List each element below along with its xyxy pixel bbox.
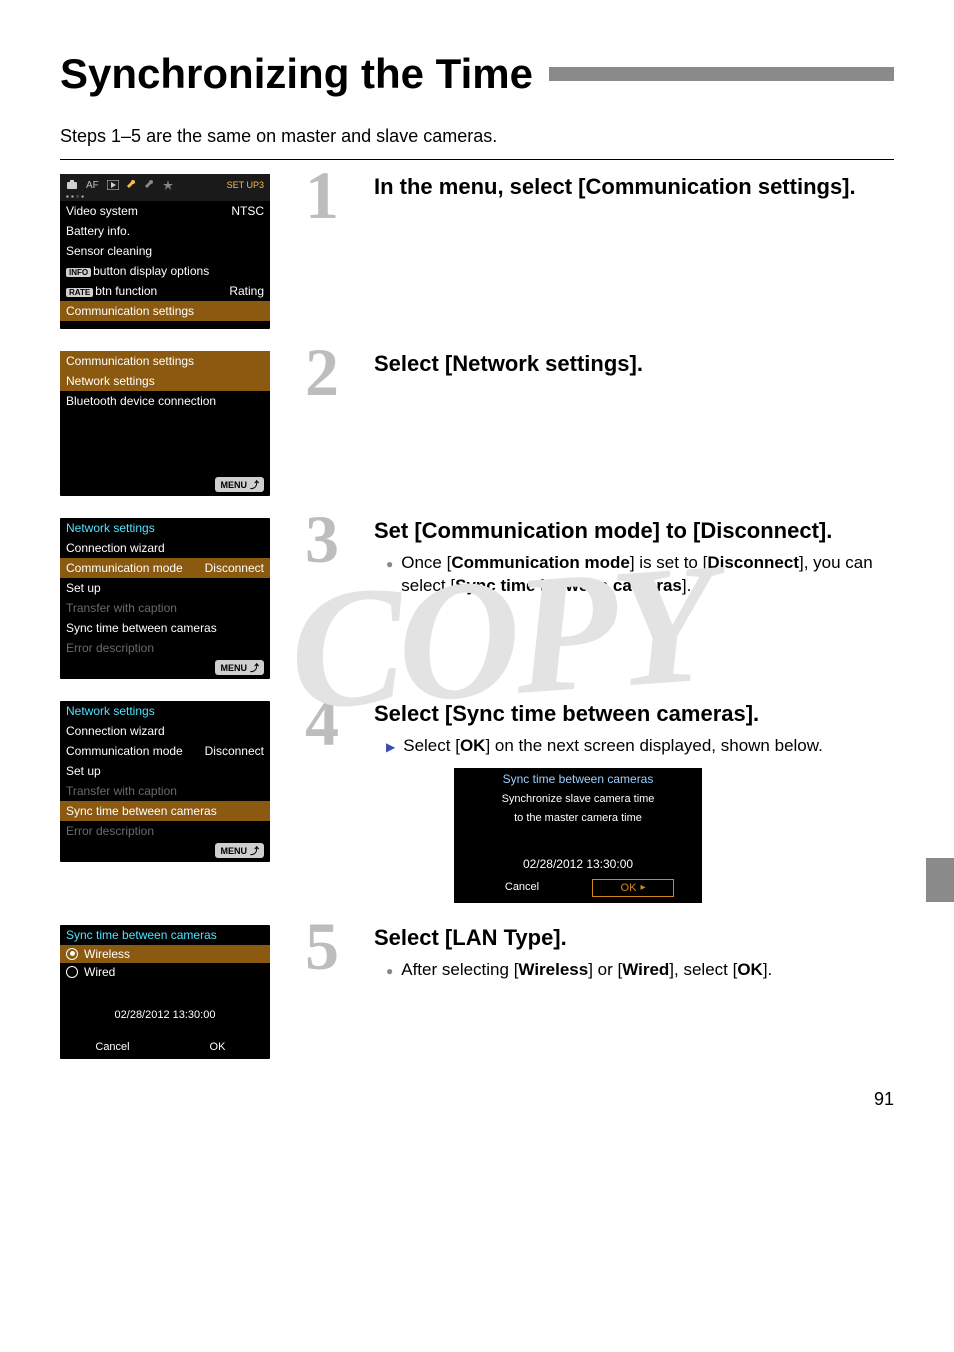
thumb-3: Network settings Connection wizard Commu… xyxy=(60,518,270,679)
menu-battery: Battery info. xyxy=(60,221,270,241)
thumb-1: AF SET UP3 ▪ ▪ ▫ ▪ Video system xyxy=(60,174,270,329)
thumb-2: Communication settings Network settings … xyxy=(60,351,270,496)
step-4-bullet-text: Select [OK] on the next screen displayed… xyxy=(403,735,823,758)
lan-time: 02/28/2012 13:30:00 xyxy=(60,1007,270,1023)
page-dots: ▪ ▪ ▫ ▪ xyxy=(60,193,270,201)
title-text: Synchronizing the Time xyxy=(60,50,533,98)
thumb-2-header: Communication settings xyxy=(60,351,270,371)
radio-off-icon xyxy=(66,966,78,978)
menu-info-disp: INFObutton display options xyxy=(60,261,270,281)
menu-transfer-4: Transfer with caption xyxy=(60,781,270,801)
step-5: Sync time between cameras Wireless Wired… xyxy=(60,925,894,1059)
step-4: Network settings Connection wizard Commu… xyxy=(60,701,894,903)
thumb-3-header: Network settings xyxy=(60,518,270,538)
lan-cancel-button[interactable]: Cancel xyxy=(73,1039,153,1055)
step-5-title: Select [LAN Type]. xyxy=(374,925,894,951)
thumb-3-footer: MENU ⤴ xyxy=(60,658,270,679)
step-1-title: In the menu, select [Communication setti… xyxy=(374,174,894,200)
intro-note: Steps 1–5 are the same on master and sla… xyxy=(60,126,894,147)
step-number-2: 2 xyxy=(300,345,344,399)
dialog-msg1: Synchronize slave camera time xyxy=(454,790,702,808)
separator xyxy=(60,159,894,160)
step-number-5: 5 xyxy=(300,919,344,973)
menu-setup: Set up xyxy=(60,578,270,598)
thumb-5: Sync time between cameras Wireless Wired… xyxy=(60,925,270,1059)
star-icon xyxy=(163,180,173,191)
dialog-title: Sync time between cameras xyxy=(454,768,702,790)
menu-sensor: Sensor cleaning xyxy=(60,241,270,261)
step-3-bullet: Once [Communication mode] is set to [Dis… xyxy=(386,552,894,598)
step-3: Network settings Connection wizard Commu… xyxy=(60,518,894,679)
lan-ok-button[interactable]: OK xyxy=(178,1039,258,1055)
thumb-4-footer: MENU ⤴ xyxy=(60,841,270,862)
menu-network-settings: Network settings xyxy=(60,371,270,391)
menu-return-pill: MENU ⤴ xyxy=(215,477,264,492)
play-icon xyxy=(107,180,119,191)
dialog-msg2: to the master camera time xyxy=(454,809,702,827)
menu-bluetooth: Bluetooth device connection xyxy=(60,391,270,411)
step-3-title: Set [Communication mode] to [Disconnect]… xyxy=(374,518,894,544)
menu-comm-mode: Communication mode Disconnect xyxy=(60,558,270,578)
opt-wired[interactable]: Wired xyxy=(60,963,270,981)
dialog-ok-button[interactable]: OK xyxy=(592,879,674,897)
thumb-1-tabbar: AF SET UP3 xyxy=(60,174,270,193)
step-1: AF SET UP3 ▪ ▪ ▫ ▪ Video system xyxy=(60,174,894,329)
wrench-icon xyxy=(127,180,137,191)
menu-transfer-caption: Transfer with caption xyxy=(60,598,270,618)
setup-label: SET UP3 xyxy=(227,180,264,190)
menu-return-pill: MENU ⤴ xyxy=(215,660,264,675)
menu-conn-wizard: Connection wizard xyxy=(60,538,270,558)
menu-comm-mode-4: Communication mode Disconnect xyxy=(60,741,270,761)
dialog-time: 02/28/2012 13:30:00 xyxy=(454,851,702,877)
menu-sync-time-4: Sync time between cameras xyxy=(60,801,270,821)
menu-rate-btn: RATEbtn function Rating xyxy=(60,281,270,301)
af-tab: AF xyxy=(86,180,99,191)
step-number-4: 4 xyxy=(300,695,344,749)
menu-conn-wizard-4: Connection wizard xyxy=(60,721,270,741)
sync-dialog: Sync time between cameras Synchronize sl… xyxy=(454,768,702,903)
thumb-4-header: Network settings xyxy=(60,701,270,721)
menu-error-4: Error description xyxy=(60,821,270,841)
menu-video-system: Video system NTSC xyxy=(60,201,270,221)
step-number-3: 3 xyxy=(300,512,344,566)
page-title: Synchronizing the Time xyxy=(60,50,894,98)
wrench2-icon xyxy=(145,180,155,191)
step-2-title: Select [Network settings]. xyxy=(374,351,894,377)
page-number: 91 xyxy=(60,1089,894,1110)
camera-icon xyxy=(66,180,78,191)
step-4-bullet: Select [OK] on the next screen displayed… xyxy=(386,735,894,758)
menu-error-desc: Error description xyxy=(60,638,270,658)
radio-on-icon xyxy=(66,948,78,960)
menu-comm-settings: Communication settings xyxy=(60,301,270,321)
thumb-2-footer: MENU ⤴ xyxy=(60,475,270,496)
thumb-5-title: Sync time between cameras xyxy=(60,925,270,945)
step-number-1: 1 xyxy=(300,168,344,222)
menu-setup-4: Set up xyxy=(60,761,270,781)
menu-sync-time: Sync time between cameras xyxy=(60,618,270,638)
thumb-4: Network settings Connection wizard Commu… xyxy=(60,701,270,862)
step-3-bullet-text: Once [Communication mode] is set to [Dis… xyxy=(401,552,894,598)
step-5-bullet: After selecting [Wireless] or [Wired], s… xyxy=(386,959,894,982)
step-5-bullet-text: After selecting [Wireless] or [Wired], s… xyxy=(401,959,772,982)
dialog-cancel-button[interactable]: Cancel xyxy=(482,879,562,897)
menu-return-pill: MENU ⤴ xyxy=(215,843,264,858)
step-2: Communication settings Network settings … xyxy=(60,351,894,496)
opt-wireless[interactable]: Wireless xyxy=(60,945,270,963)
title-rule xyxy=(549,67,894,81)
step-4-title: Select [Sync time between cameras]. xyxy=(374,701,894,727)
